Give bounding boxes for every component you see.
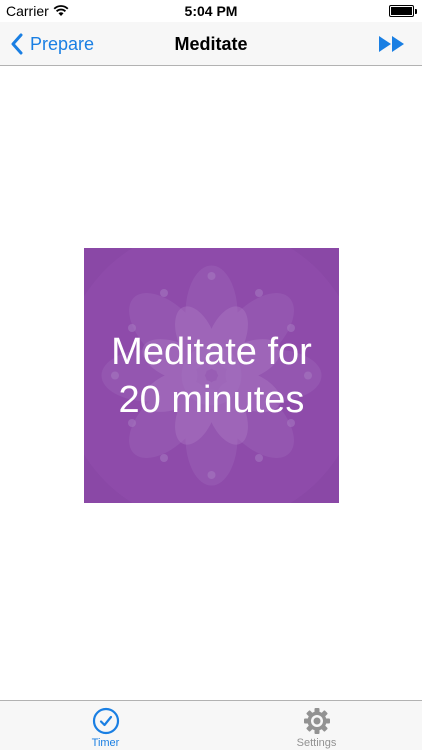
status-bar: Carrier 5:04 PM xyxy=(0,0,422,22)
status-time: 5:04 PM xyxy=(184,3,238,19)
page-title: Meditate xyxy=(174,34,248,54)
navigation-bar: Prepare Meditate xyxy=(0,22,422,66)
tab-bar: Timer Settings xyxy=(0,700,422,750)
tab-timer-label: Timer xyxy=(91,737,120,749)
battery-fill xyxy=(391,7,412,15)
app-screen: Carrier 5:04 PM Prepare Meditate Meditat… xyxy=(0,0,422,750)
tab-settings-label: Settings xyxy=(296,737,337,749)
clock-icon xyxy=(92,707,119,735)
tab-timer[interactable]: Timer xyxy=(0,701,211,750)
meditation-duration-text: Meditate for 20 minutes xyxy=(111,330,312,421)
tab-settings[interactable]: Settings xyxy=(211,701,422,750)
meditation-card: Meditate for 20 minutes xyxy=(84,248,339,503)
battery-icon xyxy=(389,5,417,17)
gear-icon xyxy=(303,708,330,734)
fast-forward-icon[interactable] xyxy=(378,33,406,55)
